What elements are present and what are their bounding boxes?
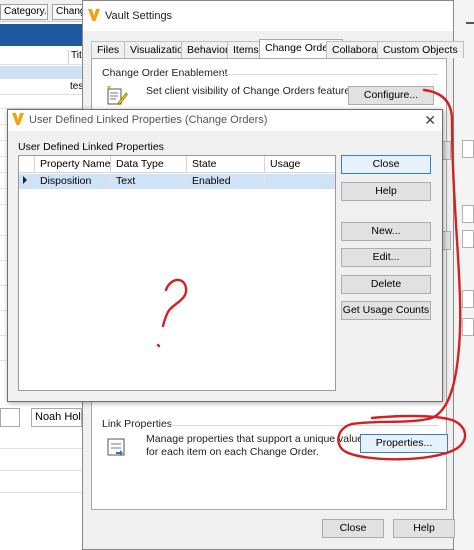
dialog-help-label: Help xyxy=(375,185,397,197)
vault-settings-title: Vault Settings xyxy=(105,10,173,22)
grid-divider xyxy=(0,470,82,471)
dialog-close-label: Close xyxy=(372,158,400,170)
column-header-usage[interactable]: Usage xyxy=(265,156,335,173)
properties-button[interactable]: Properties... xyxy=(360,434,448,453)
vault-settings-tabs: Files Visualization Behaviors Items Chan… xyxy=(91,39,464,59)
properties-button-label: Properties... xyxy=(375,437,433,449)
grid-divider xyxy=(0,492,82,493)
configure-button[interactable]: Configure... xyxy=(348,86,434,105)
column-header-state[interactable]: State xyxy=(187,156,265,173)
link-properties-description-line1: Manage properties that support a unique … xyxy=(146,433,364,445)
background-right-strip xyxy=(452,0,474,550)
delete-property-button[interactable]: Delete xyxy=(341,275,431,294)
linked-properties-title: User Defined Linked Properties (Change O… xyxy=(29,114,268,126)
grid-divider xyxy=(0,64,82,65)
vault-logo-icon xyxy=(12,113,24,128)
background-tab-change[interactable]: Chang xyxy=(52,4,84,20)
background-selected-row[interactable] xyxy=(0,66,82,79)
background-tab-category-label: Category... xyxy=(4,6,48,17)
linked-properties-grid[interactable]: Property Name Data Type State Usage Disp… xyxy=(18,155,336,391)
grid-row-header-corner xyxy=(19,156,35,173)
vault-settings-titlebar[interactable]: Vault Settings xyxy=(83,1,453,31)
cell-state[interactable]: Enabled xyxy=(187,174,265,189)
link-properties-group-divider xyxy=(166,425,438,426)
cell-property-name[interactable]: Disposition xyxy=(35,174,111,189)
linked-properties-titlebar[interactable]: User Defined Linked Properties (Change O… xyxy=(8,110,442,131)
configure-button-label: Configure... xyxy=(363,89,419,101)
background-tab-change-label: Chang xyxy=(56,6,84,17)
vault-settings-close-button[interactable]: Close xyxy=(322,519,384,538)
cell-usage[interactable] xyxy=(265,174,335,189)
new-property-button[interactable]: New... xyxy=(341,222,431,241)
background-assignee-value: Noah Holwe xyxy=(35,411,81,423)
link-properties-group-label: Link Properties xyxy=(102,418,173,430)
linked-properties-dialog: User Defined Linked Properties (Change O… xyxy=(7,109,443,402)
link-properties-icon xyxy=(106,437,128,460)
background-right-button[interactable] xyxy=(462,290,474,308)
cell-data-type[interactable]: Text xyxy=(111,174,187,189)
background-right-mark xyxy=(466,22,474,24)
enablement-icon xyxy=(106,85,128,110)
tab-files-label: Files xyxy=(97,44,120,56)
vault-logo-icon xyxy=(88,9,100,24)
linked-properties-caption: User Defined Linked Properties xyxy=(18,141,164,153)
background-tab-category[interactable]: Category... xyxy=(0,4,48,20)
close-icon[interactable]: ✕ xyxy=(424,112,436,129)
edit-property-label: Edit... xyxy=(372,251,400,263)
tab-custom-objects-label: Custom Objects xyxy=(383,44,458,56)
background-field-blank[interactable] xyxy=(0,408,20,427)
grid-divider xyxy=(0,94,82,95)
link-properties-description-line2: for each item on each Change Order. xyxy=(146,446,319,458)
tab-custom-objects[interactable]: Custom Objects xyxy=(377,41,464,58)
row-pointer-icon xyxy=(23,176,27,184)
background-row-cell: tes xyxy=(70,81,82,92)
dialog-help-button[interactable]: Help xyxy=(341,182,431,201)
tab-files[interactable]: Files xyxy=(91,41,126,58)
background-right-button[interactable] xyxy=(462,230,474,248)
column-header-data-type[interactable]: Data Type xyxy=(111,156,187,173)
vault-settings-help-label: Help xyxy=(413,522,435,534)
grid-divider xyxy=(0,448,82,449)
enablement-group-label: Change Order Enablement xyxy=(102,67,228,79)
background-right-button[interactable] xyxy=(462,140,474,158)
background-assignee-field[interactable]: Noah Holwe xyxy=(31,408,82,427)
tab-visualization-label: Visualization xyxy=(130,44,189,56)
enablement-group-divider xyxy=(220,74,438,75)
dialog-close-button[interactable]: Close xyxy=(341,155,431,174)
background-right-button[interactable] xyxy=(462,318,474,336)
get-usage-counts-button[interactable]: Get Usage Counts xyxy=(341,301,431,320)
enablement-description: Set client visibility of Change Orders f… xyxy=(146,85,356,97)
background-right-button[interactable] xyxy=(462,205,474,223)
background-column-header: Tit xyxy=(68,50,82,64)
tab-items-label: Items xyxy=(233,44,259,56)
new-property-label: New... xyxy=(371,225,401,237)
vault-settings-close-label: Close xyxy=(339,522,367,534)
delete-property-label: Delete xyxy=(370,278,402,290)
vault-settings-help-button[interactable]: Help xyxy=(393,519,455,538)
background-toolbar: Category... Chang xyxy=(0,0,84,22)
column-header-property-name[interactable]: Property Name xyxy=(35,156,111,173)
background-header-bar xyxy=(0,24,82,46)
get-usage-counts-label: Get Usage Counts xyxy=(342,304,430,316)
edit-property-button[interactable]: Edit... xyxy=(341,248,431,267)
